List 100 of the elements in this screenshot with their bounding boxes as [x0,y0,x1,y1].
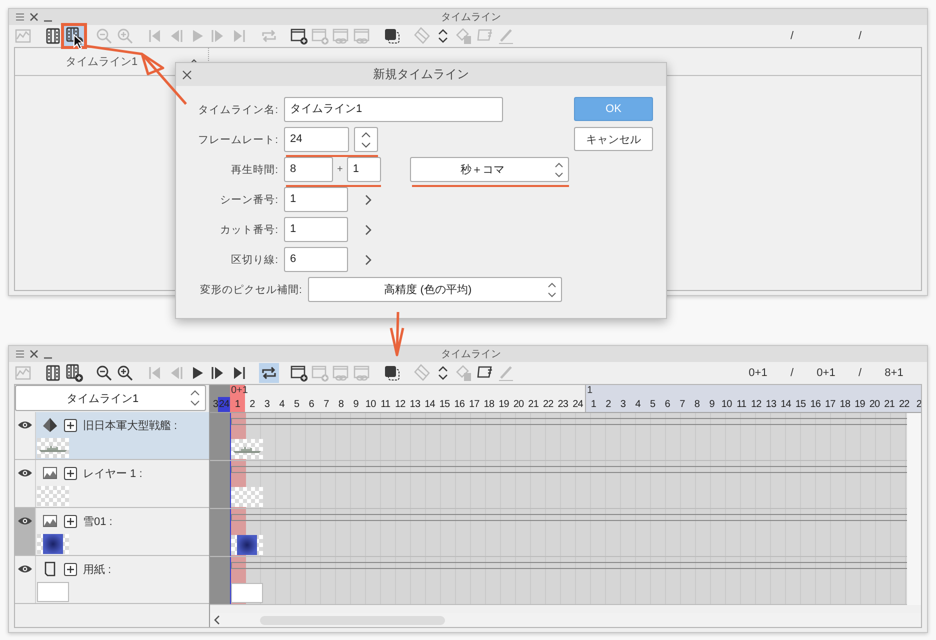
unit-dropdown[interactable]: 秒＋コマ [410,157,569,182]
eye-icon[interactable] [17,516,33,526]
frame-number: 15 [794,399,807,410]
frame-number: 2 [915,399,921,410]
frame-number: 19 [854,399,866,410]
frame-number: 24 [572,399,584,410]
stepper-button[interactable] [354,127,378,152]
separator: / [858,30,862,42]
chevron-right-icon[interactable] [364,194,372,206]
frame-number: 19 [498,399,510,410]
up-down-icon [360,130,372,148]
window-title: タイムライン [440,11,502,24]
plus-sign: + [337,164,343,175]
expand-icon[interactable] [64,514,77,528]
expand-icon[interactable] [64,466,77,480]
frame-number: 6 [308,399,315,410]
layer-name: 用紙 : [83,562,112,576]
frame-number: 2 [248,399,256,410]
frame-number: 12 [394,399,406,410]
layered-square-icon[interactable] [382,26,402,46]
number-field[interactable]: 1 [284,217,348,242]
number-field[interactable]: 24 [284,127,349,152]
text-field[interactable]: タイムライン1 [284,97,503,122]
timeline-dropdown[interactable]: タイムライン1 [15,385,206,411]
up-down-icon [189,389,201,407]
eye-icon[interactable] [17,420,33,430]
loop-icon[interactable] [259,363,279,383]
frame-number: 1 [590,399,597,410]
add-frame-icon[interactable] [289,26,309,46]
zoom-out-icon[interactable] [94,363,114,383]
frame-number: 3 [619,399,627,410]
frame-number: 17 [468,399,480,410]
frame-number: 21 [527,399,540,410]
expand-icon[interactable] [64,418,77,432]
frame-number: 23 [556,399,570,410]
frame-number: 15 [438,399,451,410]
frame-number: 9 [708,399,716,410]
zoom-in-icon[interactable] [115,363,135,383]
frame-number: 3 [263,399,271,410]
menu-icon[interactable] [15,12,25,22]
frame-number: 11 [380,399,392,410]
scroll-left-icon[interactable] [214,615,220,625]
cancel-button[interactable]: キャンセル [574,127,653,151]
number-field[interactable]: 6 [284,247,348,272]
eye-icon[interactable] [17,468,33,478]
frame-number: 4 [278,399,286,410]
field-label: 変形のピクセル補間: [200,282,302,296]
frame-number: 9 [352,399,360,410]
number-field[interactable]: 1 [346,157,381,182]
separator: / [790,30,794,42]
up-down-icon [554,162,564,178]
frame-counter: 0+1 [816,367,836,379]
frame-number: 11 [736,399,748,410]
number-field[interactable]: 8 [284,157,333,182]
add-film-strip-icon[interactable] [64,363,84,383]
close-icon[interactable] [29,12,39,22]
add-frame-icon[interactable] [289,363,309,383]
layer-name: 雪01 : [83,514,112,528]
window-title: タイムライン [440,348,502,361]
chevron-right-icon[interactable] [364,254,372,266]
frame-number: 16 [809,399,822,410]
frame-number: 13 [408,399,422,410]
close-icon[interactable] [29,349,39,359]
layer-row[interactable]: 旧日本軍大型戦艦 : [36,412,209,459]
up-down-icon [546,282,557,298]
frame-number: 7 [678,399,686,410]
separator: / [858,367,862,379]
field-label: タイムライン名: [197,102,278,116]
layered-square-icon[interactable] [382,363,402,383]
frame-number: 6 [664,399,671,410]
frame-number: 3 [212,399,218,410]
frame-number: 14 [780,399,792,410]
close-icon[interactable] [182,70,192,80]
frame-number: 20 [512,399,525,410]
frame-number: 12 [750,399,762,410]
frame-number: 7 [322,399,330,410]
frame-number: 18 [838,399,852,410]
field-label: カット番号: [219,222,278,236]
chevron-right-icon[interactable] [364,224,372,236]
frame-number: 10 [364,399,377,410]
layer-name: レイヤー 1 : [83,466,142,480]
eye-icon[interactable] [17,564,33,574]
vertical-scrollbar[interactable] [907,413,921,605]
number-field[interactable]: 1 [284,187,348,212]
menu-icon[interactable] [15,349,25,359]
frame-number: 5 [649,399,656,410]
separator: / [790,367,794,379]
frame-number: 21 [883,399,896,410]
frame-number: 18 [482,399,496,410]
frame-number: 5 [293,399,300,410]
layer-name: 旧日本軍大型戦艦 : [83,418,178,432]
interpolation-dropdown[interactable]: 高精度 (色の平均) [308,277,562,302]
frame-number: 8 [693,399,701,410]
frame-number: 14 [424,399,436,410]
timeline-name: タイムライン1 [64,55,139,69]
field-label: 再生時間: [230,162,278,176]
frame-number: 2 [604,399,612,410]
expand-icon[interactable] [64,562,77,576]
frame-number: 8 [337,399,345,410]
frame-number: 13 [764,399,778,410]
